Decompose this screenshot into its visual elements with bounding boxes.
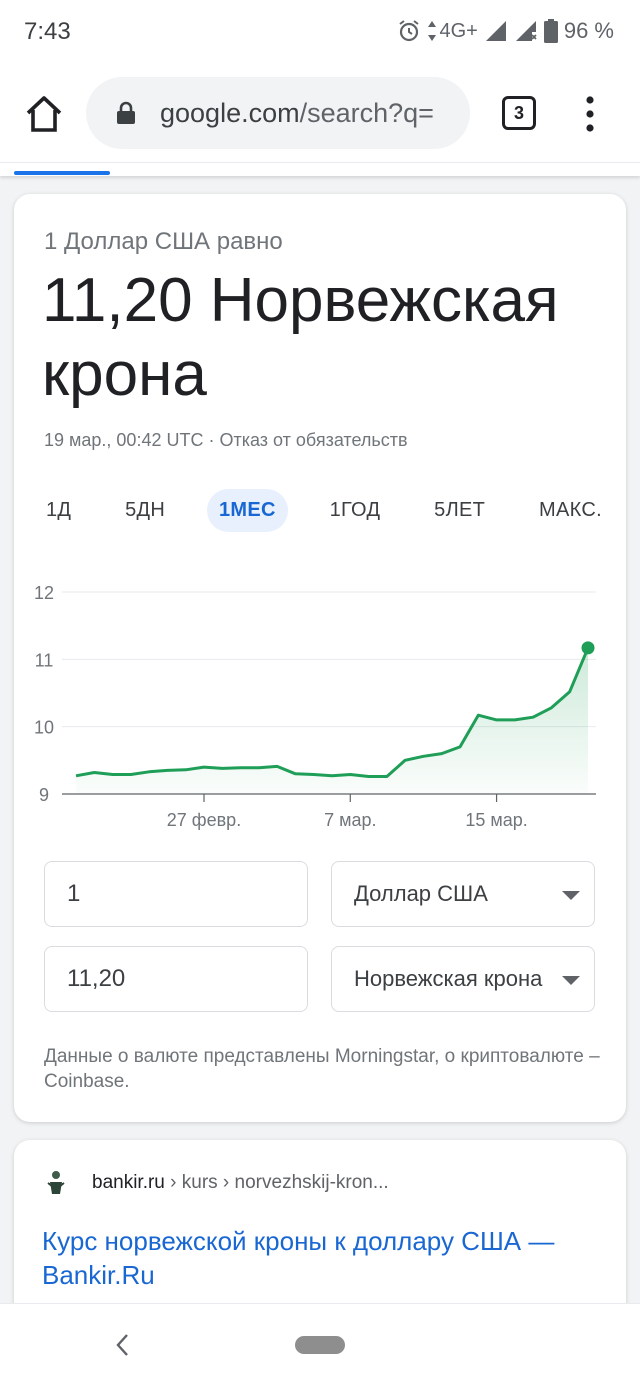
dropdown-arrow-icon xyxy=(562,891,580,900)
conversion-result: 11,20 Норвежская крона xyxy=(42,266,559,409)
tab-switcher-button[interactable]: 3 xyxy=(502,96,536,130)
x-tick-label: 27 февр. xyxy=(167,810,241,830)
range-5d[interactable]: 5ДН xyxy=(113,489,177,532)
range-5y[interactable]: 5ЛЕТ xyxy=(422,489,497,532)
x-tick-label: 15 мар. xyxy=(465,810,527,830)
status-bar: 7:43 4G+ 96 % xyxy=(0,0,640,64)
signal-no-data-icon xyxy=(515,21,537,41)
lock-icon xyxy=(117,101,135,124)
currency-converter-card: 1 Доллар США равно 11,20 Норвежская крон… xyxy=(14,194,626,1122)
currency-to-select[interactable]: Норвежская крона xyxy=(331,946,595,1012)
network-type: 4G+ xyxy=(439,19,478,42)
x-tick-label: 7 мар. xyxy=(324,810,376,830)
more-vert-icon[interactable] xyxy=(578,94,602,134)
result-breadcrumb: bankir.ru › kurs › norvezhskij-kron... xyxy=(92,1172,389,1194)
range-1d[interactable]: 1Д xyxy=(34,489,83,532)
conversion-timestamp: 19 мар., 00:42 UTC · Отказ от обязательс… xyxy=(44,430,408,450)
url-bar[interactable]: google.com/search?q= xyxy=(86,77,470,149)
conversion-subtitle: 1 Доллар США равно xyxy=(44,228,283,255)
status-icons: 4G+ 96 % xyxy=(397,18,614,44)
battery-level: 96 % xyxy=(563,18,614,43)
battery-icon xyxy=(543,19,558,43)
alarm-icon xyxy=(399,20,420,42)
range-max[interactable]: МАКС. xyxy=(527,489,614,532)
system-navigation-bar xyxy=(0,1303,640,1387)
url-path: /search?q= xyxy=(299,97,434,128)
y-tick-label: 11 xyxy=(35,650,54,670)
home-icon[interactable] xyxy=(22,92,66,136)
current-value-point xyxy=(581,641,595,655)
range-1m[interactable]: 1МЕС xyxy=(206,488,288,532)
currency-to-label: Норвежская крона xyxy=(354,966,543,991)
bankir-favicon-icon xyxy=(47,1171,65,1194)
url-host: google.com xyxy=(160,97,300,128)
home-pill[interactable] xyxy=(295,1336,345,1354)
url-text: google.com/search?q= xyxy=(160,98,434,129)
signal-icon xyxy=(485,21,506,41)
search-tabs-strip xyxy=(0,162,640,176)
status-time: 7:43 xyxy=(24,18,71,45)
back-icon[interactable] xyxy=(112,1330,132,1360)
currency-from-select[interactable]: Доллар США xyxy=(331,861,595,927)
result-title-link[interactable]: Курс норвежской кроны к доллару США — Ba… xyxy=(42,1224,612,1292)
currency-from-label: Доллар США xyxy=(354,881,488,906)
y-tick-label: 10 xyxy=(34,718,54,738)
y-tick-label: 9 xyxy=(39,785,49,805)
exchange-rate-chart[interactable]: 9 10 11 12 27 февр. 7 мар. 15 мар. xyxy=(14,566,626,846)
browser-toolbar: google.com/search?q= 3 xyxy=(0,64,640,162)
result-site: bankir.ru xyxy=(92,1172,165,1193)
range-1y[interactable]: 1ГОД xyxy=(318,489,393,532)
active-tab-indicator xyxy=(14,171,110,175)
time-range-selector: 1Д 5ДН 1МЕС 1ГОД 5ЛЕТ МАКС. xyxy=(34,488,614,532)
data-transfer-icon xyxy=(428,21,437,41)
amount-to-input[interactable]: 11,20 xyxy=(44,946,308,1012)
result-path: › kurs › norvezhskij-kron... xyxy=(164,1172,389,1193)
amount-from-input[interactable]: 1 xyxy=(44,861,308,927)
y-tick-label: 12 xyxy=(34,583,54,603)
data-attribution: Данные о валюте представлены Morningstar… xyxy=(44,1046,600,1092)
dropdown-arrow-icon xyxy=(562,976,580,985)
